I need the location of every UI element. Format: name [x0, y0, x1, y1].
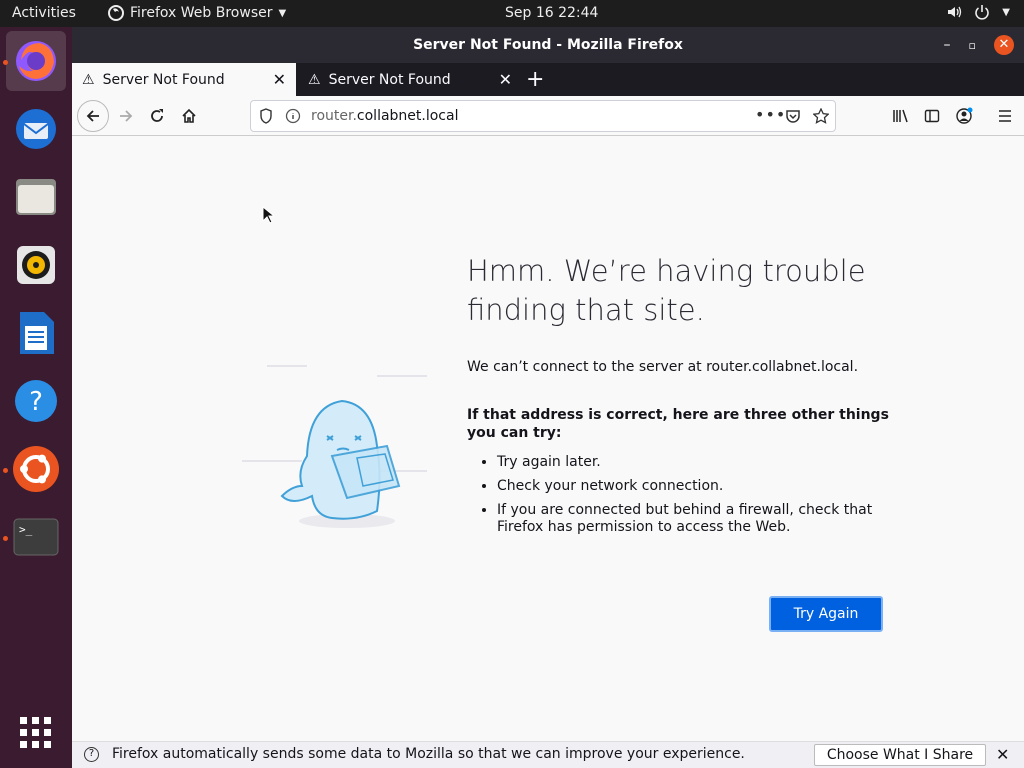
dock-thunderbird[interactable] — [6, 99, 66, 159]
error-description: We can’t connect to the server at router… — [467, 359, 859, 375]
home-icon — [182, 108, 196, 123]
running-indicator — [3, 468, 8, 473]
star-icon[interactable] — [813, 108, 829, 124]
writer-icon — [20, 312, 54, 354]
dock-files[interactable] — [6, 167, 66, 227]
show-apps-icon — [20, 717, 51, 748]
title-bar[interactable]: Server Not Found - Mozilla Firefox – ▫ ✕ — [72, 27, 1024, 63]
dock-ubuntu-software[interactable] — [6, 439, 66, 499]
close-tab-icon[interactable]: ✕ — [273, 70, 286, 89]
shield-icon[interactable] — [259, 108, 273, 124]
running-indicator — [3, 536, 8, 541]
library-button[interactable] — [887, 102, 915, 130]
chevron-down-icon: ▼ — [1002, 6, 1010, 18]
choose-what-i-share-button[interactable]: Choose What I Share — [814, 744, 986, 766]
svg-text:>_: >_ — [19, 523, 33, 536]
thunderbird-icon — [16, 109, 56, 149]
url-bar[interactable]: router.collabnet.local ••• — [250, 100, 836, 132]
rhythmbox-icon — [17, 246, 55, 284]
activities-button[interactable]: Activities — [12, 5, 76, 21]
tab-bar: ⚠ Server Not Found ✕ ⚠ Server Not Found … — [72, 63, 1024, 96]
tip-item: Check your network connection. — [497, 478, 892, 495]
clock[interactable]: Sep 16 22:44 — [505, 5, 598, 21]
question-icon: ? — [84, 747, 99, 762]
mouse-cursor-icon — [262, 206, 274, 224]
tips-list: Try again later. Check your network conn… — [482, 454, 892, 543]
dock: ? >_ — [0, 27, 72, 768]
minimize-button[interactable]: – — [944, 37, 951, 53]
app-menu[interactable]: Firefox Web Browser ▼ — [108, 5, 286, 21]
warning-icon: ⚠ — [308, 71, 321, 88]
dock-terminal[interactable]: >_ — [6, 507, 66, 567]
volume-icon — [948, 6, 962, 18]
close-window-button[interactable]: ✕ — [994, 35, 1014, 55]
library-icon — [893, 109, 908, 123]
firefox-small-icon — [108, 5, 124, 21]
forward-button[interactable] — [112, 102, 140, 130]
running-indicator — [3, 60, 8, 65]
maximize-button[interactable]: ▫ — [969, 39, 976, 52]
dock-show-apps[interactable] — [6, 703, 66, 763]
notification-text: Firefox automatically sends some data to… — [112, 746, 745, 762]
tab-server-not-found-1[interactable]: ⚠ Server Not Found ✕ — [72, 63, 296, 96]
app-menu-label: Firefox Web Browser — [130, 5, 273, 21]
dock-help[interactable]: ? — [6, 371, 66, 431]
help-icon: ? — [15, 380, 57, 422]
power-icon — [975, 5, 990, 20]
back-button[interactable] — [77, 100, 109, 132]
error-illustration — [242, 365, 427, 528]
window-title: Server Not Found - Mozilla Firefox — [413, 37, 683, 53]
arrow-left-icon — [86, 110, 99, 122]
dock-writer[interactable] — [6, 303, 66, 363]
close-notification-icon[interactable]: ✕ — [996, 745, 1009, 764]
terminal-icon: >_ — [13, 518, 59, 556]
home-button[interactable] — [175, 102, 203, 130]
warning-icon: ⚠ — [82, 71, 95, 88]
info-icon[interactable] — [285, 108, 301, 124]
nav-bar: router.collabnet.local ••• — [72, 96, 1024, 136]
files-icon — [16, 179, 56, 215]
pocket-icon[interactable] — [785, 108, 801, 124]
ubuntu-software-icon — [13, 446, 59, 492]
tab-server-not-found-2[interactable]: ⚠ Server Not Found ✕ — [298, 63, 522, 96]
page-content: Hmm. We’re having trouble finding that s… — [72, 136, 1024, 741]
url-domain: collabnet.local — [356, 108, 459, 124]
top-bar: Activities Firefox Web Browser ▼ Sep 16 … — [0, 0, 1024, 27]
tips-heading: If that address is correct, here are thr… — [467, 407, 889, 441]
svg-text:?: ? — [29, 387, 43, 417]
tab-label: Server Not Found — [102, 71, 225, 88]
url-prefix: router. — [311, 108, 357, 124]
firefox-window: Server Not Found - Mozilla Firefox – ▫ ✕… — [72, 27, 1024, 768]
chevron-down-icon: ▼ — [278, 7, 287, 19]
firefox-icon — [16, 41, 56, 81]
tab-label: Server Not Found — [328, 71, 451, 88]
close-tab-icon[interactable]: ✕ — [499, 70, 512, 89]
menu-button[interactable] — [991, 102, 1019, 130]
account-button[interactable] — [950, 102, 978, 130]
account-icon — [956, 107, 973, 124]
try-again-button[interactable]: Try Again — [769, 596, 883, 632]
dock-rhythmbox[interactable] — [6, 235, 66, 295]
tip-item: If you are connected but behind a firewa… — [497, 502, 892, 536]
arrow-right-icon — [120, 110, 133, 122]
notification-bar: ? Firefox automatically sends some data … — [72, 741, 1024, 768]
page-actions-icon[interactable]: ••• — [755, 105, 786, 124]
system-menu[interactable]: ▼ — [946, 4, 1010, 20]
new-tab-button[interactable]: + — [526, 67, 544, 92]
sidebar-icon — [924, 109, 940, 123]
reload-button[interactable] — [143, 102, 171, 130]
hamburger-menu-icon — [999, 110, 1011, 122]
reload-icon — [151, 109, 163, 122]
error-heading: Hmm. We’re having trouble finding that s… — [467, 254, 866, 327]
tip-item: Try again later. — [497, 454, 892, 471]
dock-firefox[interactable] — [6, 31, 66, 91]
url-text: router.collabnet.local — [311, 108, 458, 124]
sidebar-button[interactable] — [918, 102, 946, 130]
